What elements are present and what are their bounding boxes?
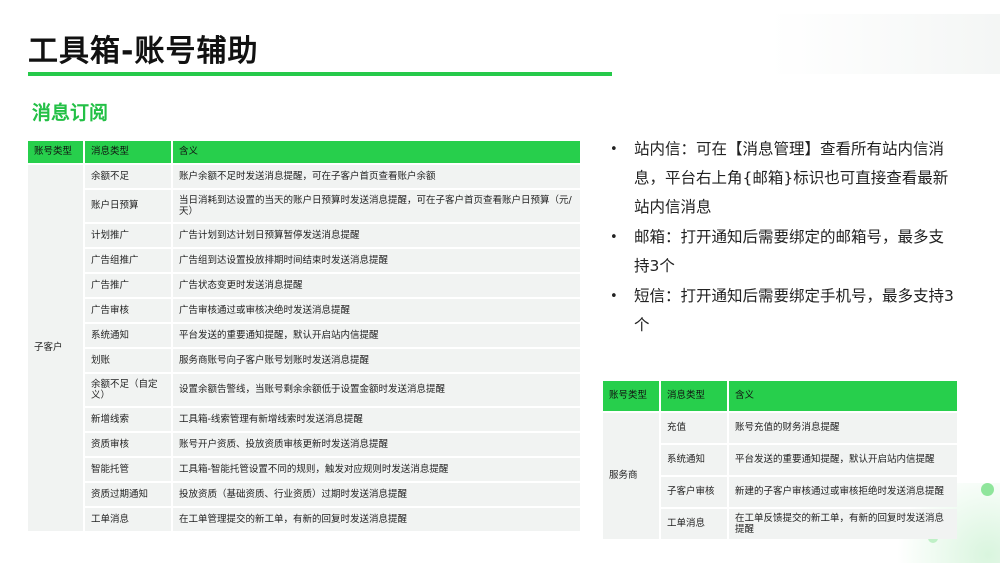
meaning-cell: 在工单管理提交的新工单，有新的回复时发送消息提醒: [173, 508, 580, 531]
message-type-cell: 余额不足: [85, 165, 173, 188]
section-subtitle: 消息订阅: [32, 102, 109, 124]
meaning-cell: 账号充值的财务消息提醒: [729, 413, 957, 443]
meaning-cell: 账户余额不足时发送消息提醒，可在子客户首页查看账户余额: [173, 165, 580, 188]
bullet-icon: •: [610, 289, 618, 304]
meaning-cell: 广告计划到达计划日预算暂停发送消息提醒: [173, 224, 580, 247]
table-row: 子客户 余额不足 账户余额不足时发送消息提醒，可在子客户首页查看账户余额: [28, 165, 580, 531]
message-type-cell: 工单消息: [85, 508, 173, 531]
message-type-cell: 新增线索: [85, 408, 173, 431]
bullet-icon: •: [610, 142, 618, 157]
meaning-cell: 工具箱-线索管理有新增线索时发送消息提醒: [173, 408, 580, 431]
page-title: 工具箱-账号辅助: [28, 34, 259, 69]
message-type-cell: 余额不足（自定义）: [85, 374, 173, 406]
message-type-cell: 工单消息: [661, 509, 729, 539]
note-item: • 短信：打开通知后需要绑定手机号，最多支持3个: [608, 282, 958, 340]
table-row: 系统通知 平台发送的重要通知提醒，默认开启站内信提醒: [28, 324, 580, 347]
table-row: 资质过期通知 投放资质（基础资质、行业资质）过期时发送消息提醒: [28, 483, 580, 506]
note-text: 站内信：可在【消息管理】查看所有站内信消息，平台右上角{邮箱}标识也可直接查看最…: [634, 140, 949, 216]
meaning-cell: 账号开户资质、投放资质审核更新时发送消息提醒: [173, 433, 580, 456]
table-row: 工单消息 在工单管理提交的新工单，有新的回复时发送消息提醒: [28, 508, 580, 531]
note-item: • 站内信：可在【消息管理】查看所有站内信消息，平台右上角{邮箱}标识也可直接查看…: [608, 135, 958, 222]
table-row: 新增线索 工具箱-线索管理有新增线索时发送消息提醒: [28, 408, 580, 431]
table-row: 广告推广 广告状态变更时发送消息提醒: [28, 274, 580, 297]
notification-channel-notes: • 站内信：可在【消息管理】查看所有站内信消息，平台右上角{邮箱}标识也可直接查看…: [608, 135, 958, 341]
message-type-cell: 广告组推广: [85, 249, 173, 272]
meaning-cell: 在工单反馈提交的新工单，有新的回复时发送消息提醒: [729, 509, 957, 539]
message-type-cell: 广告推广: [85, 274, 173, 297]
meaning-cell: 广告审核通过或审核决绝时发送消息提醒: [173, 299, 580, 322]
message-type-cell: 子客户审核: [661, 477, 729, 507]
meaning-cell: 广告状态变更时发送消息提醒: [173, 274, 580, 297]
meaning-cell: 新建的子客户审核通过或审核拒绝时发送消息提醒: [729, 477, 957, 507]
message-type-cell: 划账: [85, 349, 173, 372]
service-provider-message-table: 账号类型 消息类型 含义 服务商 充值 账号充值的财务消息提醒 系统通知 平台发送的重要…: [603, 379, 957, 541]
header-message-type: 消息类型: [661, 381, 729, 411]
message-type-cell: 智能托管: [85, 458, 173, 481]
account-type-cell: 子客户: [28, 165, 85, 531]
header-meaning: 含义: [729, 381, 957, 411]
meaning-cell: 设置余额告警线，当账号剩余余额低于设置金额时发送消息提醒: [173, 374, 580, 406]
message-type-cell: 广告审核: [85, 299, 173, 322]
account-type-cell: 服务商: [603, 413, 661, 539]
meaning-cell: 平台发送的重要通知提醒，默认开启站内信提醒: [173, 324, 580, 347]
sub-client-message-table: 账号类型 消息类型 含义 子客户 余额不足 账户余额不足时发送消息提醒，可在子客户首…: [28, 139, 580, 533]
meaning-cell: 投放资质（基础资质、行业资质）过期时发送消息提醒: [173, 483, 580, 506]
message-type-cell: 账户日预算: [85, 190, 173, 222]
table-row: 余额不足（自定义） 设置余额告警线，当账号剩余余额低于设置金额时发送消息提醒: [28, 374, 580, 406]
message-type-cell: 充值: [661, 413, 729, 443]
top-decoration: [770, 14, 1000, 74]
message-type-cell: 系统通知: [661, 445, 729, 475]
table-row: 智能托管 工具箱-智能托管设置不同的规则，触发对应规则时发送消息提醒: [28, 458, 580, 481]
decor-dot: [981, 483, 994, 496]
title-underline: [28, 72, 612, 76]
note-text: 短信：打开通知后需要绑定手机号，最多支持3个: [634, 287, 954, 334]
table-row: 广告组推广 广告组到达设置投放排期时间结束时发送消息提醒: [28, 249, 580, 272]
message-type-cell: 资质过期通知: [85, 483, 173, 506]
header-meaning: 含义: [173, 141, 580, 163]
note-text: 邮箱：打开通知后需要绑定的邮箱号，最多支持3个: [634, 228, 945, 275]
table-row: 计划推广 广告计划到达计划日预算暂停发送消息提醒: [28, 224, 580, 247]
meaning-cell: 平台发送的重要通知提醒，默认开启站内信提醒: [729, 445, 957, 475]
message-type-cell: 系统通知: [85, 324, 173, 347]
header-account-type: 账号类型: [28, 141, 85, 163]
table-row: 账户日预算 当日消耗到达设置的当天的账户日预算时发送消息提醒，可在子客户首页查看账…: [28, 190, 580, 222]
meaning-cell: 当日消耗到达设置的当天的账户日预算时发送消息提醒，可在子客户首页查看账户日预算（…: [173, 190, 580, 222]
message-type-cell: 计划推广: [85, 224, 173, 247]
meaning-cell: 服务商账号向子客户账号划账时发送消息提醒: [173, 349, 580, 372]
table-row: 服务商 充值 账号充值的财务消息提醒: [603, 413, 957, 539]
table-row: 资质审核 账号开户资质、投放资质审核更新时发送消息提醒: [28, 433, 580, 456]
meaning-cell: 工具箱-智能托管设置不同的规则，触发对应规则时发送消息提醒: [173, 458, 580, 481]
header-message-type: 消息类型: [85, 141, 173, 163]
header-account-type: 账号类型: [603, 381, 661, 411]
bullet-icon: •: [610, 230, 618, 245]
table-row: 划账 服务商账号向子客户账号划账时发送消息提醒: [28, 349, 580, 372]
meaning-cell: 广告组到达设置投放排期时间结束时发送消息提醒: [173, 249, 580, 272]
message-type-cell: 资质审核: [85, 433, 173, 456]
table-row: 广告审核 广告审核通过或审核决绝时发送消息提醒: [28, 299, 580, 322]
note-item: • 邮箱：打开通知后需要绑定的邮箱号，最多支持3个: [608, 223, 958, 281]
